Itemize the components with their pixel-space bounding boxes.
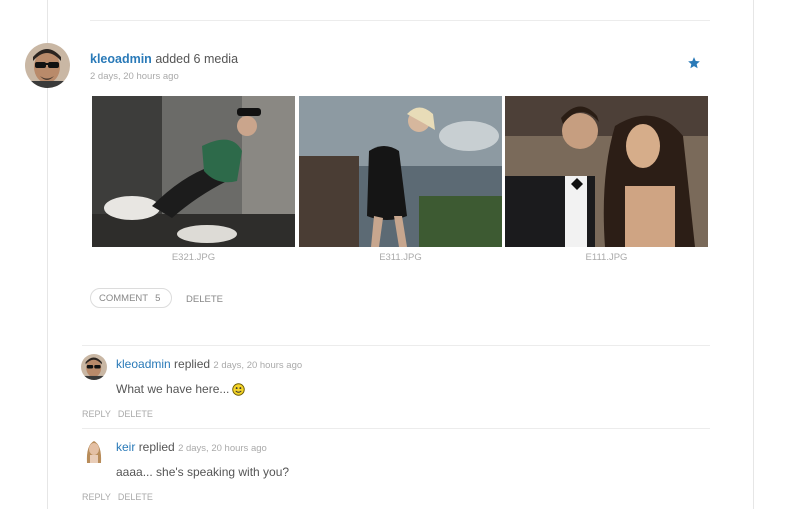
reply-divider [82, 345, 710, 346]
activity-action: added 6 media [155, 52, 239, 66]
comment-count: 5 [155, 292, 161, 304]
reply-button[interactable]: REPLY [82, 409, 111, 419]
delete-reply-button[interactable]: DELETE [118, 409, 153, 419]
media-thumbnail[interactable] [505, 96, 708, 247]
activity-header: kleoadmin added 6 media [90, 52, 238, 66]
reply-meta: keir replied 2 days, 20 hours ago [116, 440, 267, 454]
reply-author-link[interactable]: kleoadmin [116, 357, 171, 371]
media-caption: E321.JPG [171, 252, 216, 263]
delete-reply-button[interactable]: DELETE [118, 492, 153, 502]
reply-timestamp[interactable]: 2 days, 20 hours ago [213, 360, 302, 371]
comment-button[interactable]: COMMENT 5 [90, 288, 173, 308]
content-border [753, 0, 754, 509]
author-avatar[interactable] [25, 43, 70, 88]
reply-timestamp[interactable]: 2 days, 20 hours ago [178, 443, 267, 454]
activity-timestamp[interactable]: 2 days, 20 hours ago [90, 71, 179, 82]
author-link[interactable]: kleoadmin [90, 52, 152, 66]
reply-verb: replied [138, 440, 175, 454]
media-thumbnail[interactable] [92, 96, 295, 247]
reply-message: aaaa... she's speaking with you? [116, 465, 290, 479]
media-caption: E111.JPG [585, 252, 628, 263]
comment-label: COMMENT [99, 292, 149, 304]
reply-meta: kleoadmin replied 2 days, 20 hours ago [116, 357, 302, 371]
reply-verb: replied [174, 357, 211, 371]
reply-author-link[interactable]: keir [116, 440, 135, 454]
reply-message: What we have here... [116, 382, 230, 396]
reply-text: aaaa... she's speaking with you? [116, 465, 289, 479]
reply-actions: REPLY DELETE [82, 409, 160, 419]
reply-button[interactable]: REPLY [82, 492, 111, 502]
media-thumbnail[interactable] [299, 96, 502, 247]
media-caption: E311.JPG [379, 252, 422, 263]
reply-avatar[interactable] [81, 437, 107, 463]
reply-avatar[interactable] [81, 354, 107, 380]
star-icon[interactable] [687, 56, 701, 70]
reply-text: What we have here... [116, 382, 246, 399]
reply-divider [82, 428, 710, 429]
smiley-icon [232, 383, 246, 399]
top-divider [90, 20, 710, 21]
delete-activity-link[interactable]: DELETE [186, 294, 223, 305]
reply-actions: REPLY DELETE [82, 492, 160, 502]
